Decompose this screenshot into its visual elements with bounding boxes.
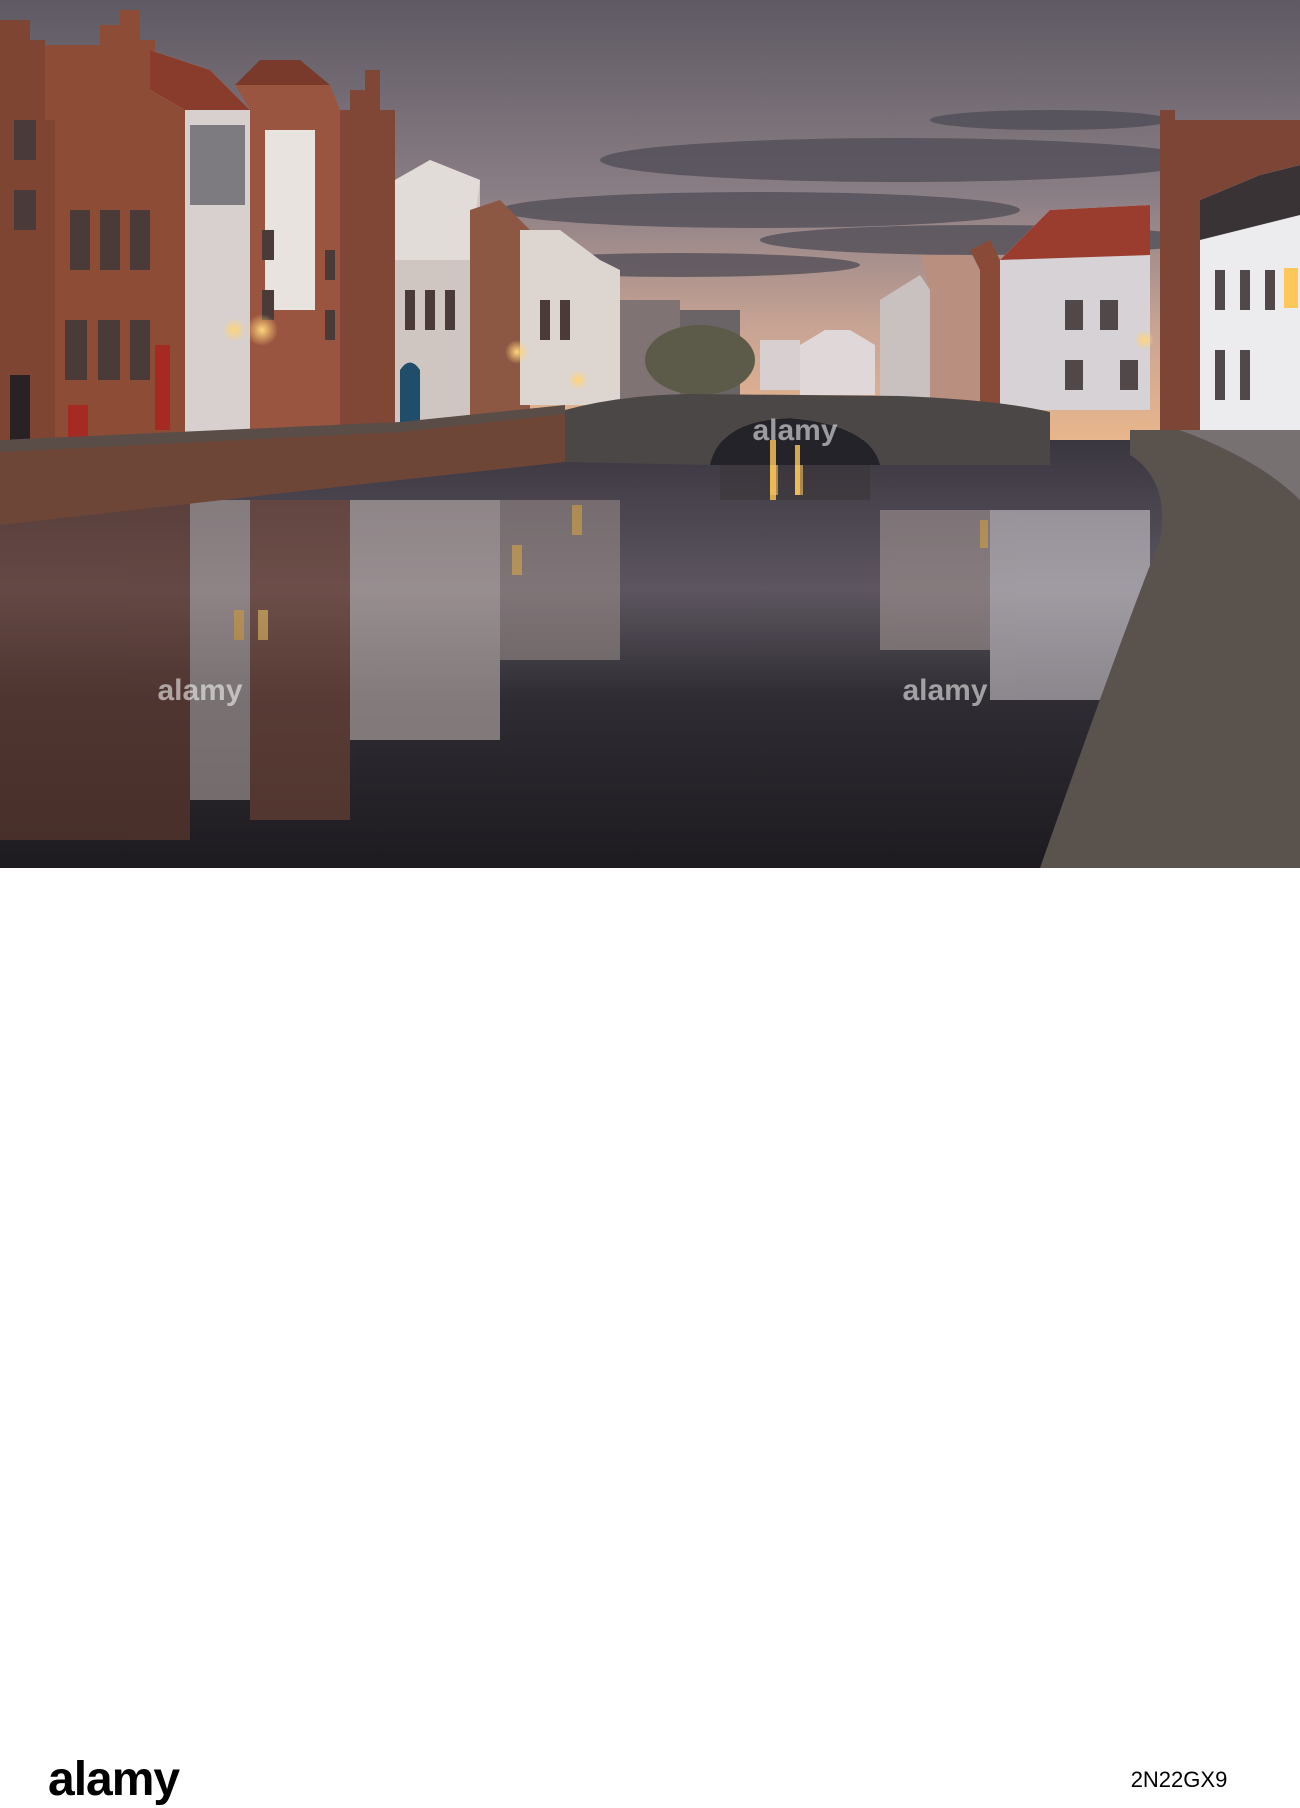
- door-dark: [10, 375, 30, 440]
- watermark-left: alamy: [157, 674, 242, 707]
- street-lamp: [246, 314, 278, 346]
- canal-photo: alamy alamy alamy: [0, 0, 1300, 868]
- image-id-label: 2N22GX9: [1130, 1767, 1228, 1792]
- footer-bar: alamy 2N22GX9: [0, 868, 1300, 1806]
- door-blue: [400, 362, 420, 430]
- door-red: [155, 345, 170, 430]
- alamy-logo: alamy: [48, 1753, 180, 1806]
- watermark-right: alamy: [902, 674, 987, 707]
- canal-scene-illustration: alamy alamy alamy: [0, 0, 1300, 868]
- watermark-center: alamy: [752, 414, 837, 447]
